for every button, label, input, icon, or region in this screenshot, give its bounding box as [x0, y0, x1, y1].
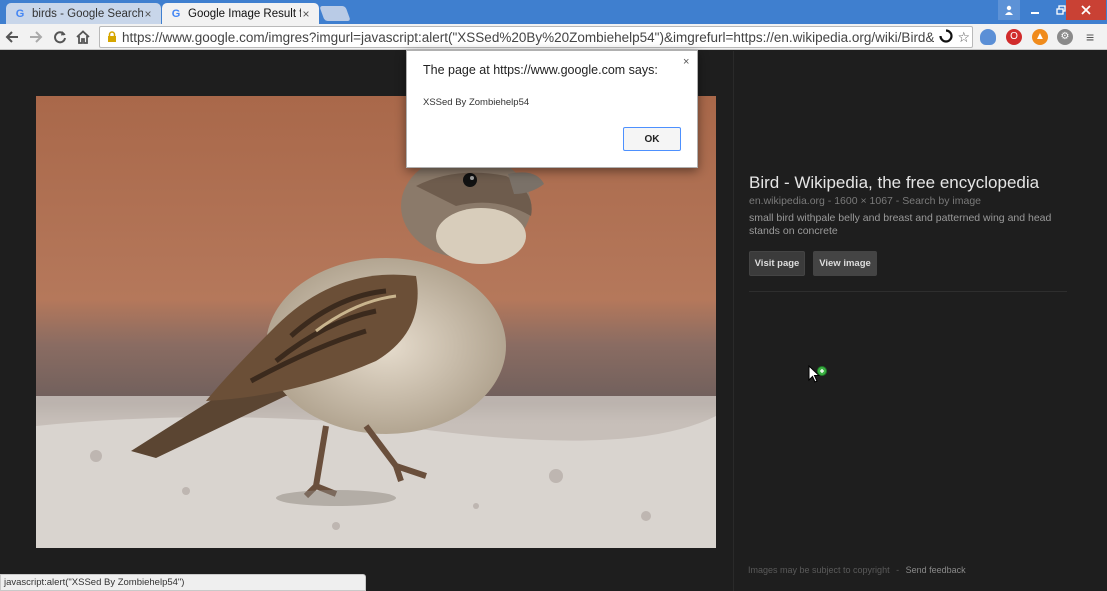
fire-extension-icon[interactable]: ▲ [1032, 29, 1048, 45]
user-profile-icon[interactable] [998, 0, 1020, 20]
window-minimize-icon[interactable] [1022, 0, 1048, 20]
dialog-message: XSSed By Zombiehelp54 [423, 97, 530, 108]
copyright-text: Images may be subject to copyright [748, 565, 890, 575]
lock-icon [106, 31, 118, 43]
visit-page-button[interactable]: Visit page [749, 251, 805, 276]
divider [749, 291, 1067, 292]
tab-birds-search[interactable]: G birds - Google Search × [6, 3, 161, 24]
address-bar[interactable]: https://www.google.com/imgres?imgurl=jav… [99, 26, 973, 48]
send-feedback-link[interactable]: Send feedback [906, 565, 966, 575]
new-tab-button[interactable] [319, 6, 351, 21]
window-close-icon[interactable] [1066, 0, 1106, 20]
dialog-title: The page at https://www.google.com says: [423, 63, 658, 77]
opera-extension-icon[interactable]: O [1006, 29, 1022, 45]
tab-label: Google Image Result for [188, 7, 301, 20]
settings-extension-icon[interactable]: ⚙ [1057, 29, 1073, 45]
image-meta: en.wikipedia.org - 1600 × 1067 - Search … [749, 195, 982, 207]
tab-label: birds - Google Search [32, 7, 143, 20]
image-description: small bird withpale belly and breast and… [749, 212, 1052, 237]
mouse-pointer-icon [808, 364, 828, 385]
home-icon[interactable] [73, 27, 93, 47]
tab-close-icon[interactable]: × [301, 7, 311, 21]
ok-button[interactable]: OK [623, 127, 681, 151]
tab-close-icon[interactable]: × [143, 7, 153, 21]
cloud-extension-icon[interactable] [980, 29, 996, 45]
footer-separator: - [896, 565, 900, 575]
view-image-button[interactable]: View image [813, 251, 877, 276]
browser-toolbar: https://www.google.com/imgres?imgurl=jav… [0, 24, 1107, 50]
image-title-link[interactable]: Bird - Wikipedia, the free encyclopedia [749, 173, 1039, 193]
reload-icon[interactable] [50, 27, 70, 47]
loading-spinner-icon [939, 29, 954, 46]
dialog-close-icon[interactable]: × [683, 56, 689, 68]
js-alert-dialog: The page at https://www.google.com says:… [406, 50, 698, 168]
google-favicon-icon: G [15, 7, 25, 20]
forward-arrow-icon[interactable] [26, 27, 46, 47]
status-bar: javascript:alert("XSSed By Zombiehelp54"… [0, 574, 366, 591]
panel-divider [733, 51, 734, 591]
google-favicon-icon: G [171, 7, 181, 20]
browser-titlebar: G birds - Google Search × G Google Image… [0, 0, 1107, 24]
tab-image-result[interactable]: G Google Image Result for × [162, 3, 319, 24]
back-arrow-icon[interactable] [2, 27, 22, 47]
url-text[interactable]: https://www.google.com/imgres?imgurl=jav… [122, 30, 934, 45]
bookmark-star-icon[interactable]: ☆ [957, 29, 970, 46]
copyright-footer: Images may be subject to copyright - Sen… [748, 565, 966, 575]
chrome-menu-icon[interactable]: ≡ [1086, 29, 1100, 45]
